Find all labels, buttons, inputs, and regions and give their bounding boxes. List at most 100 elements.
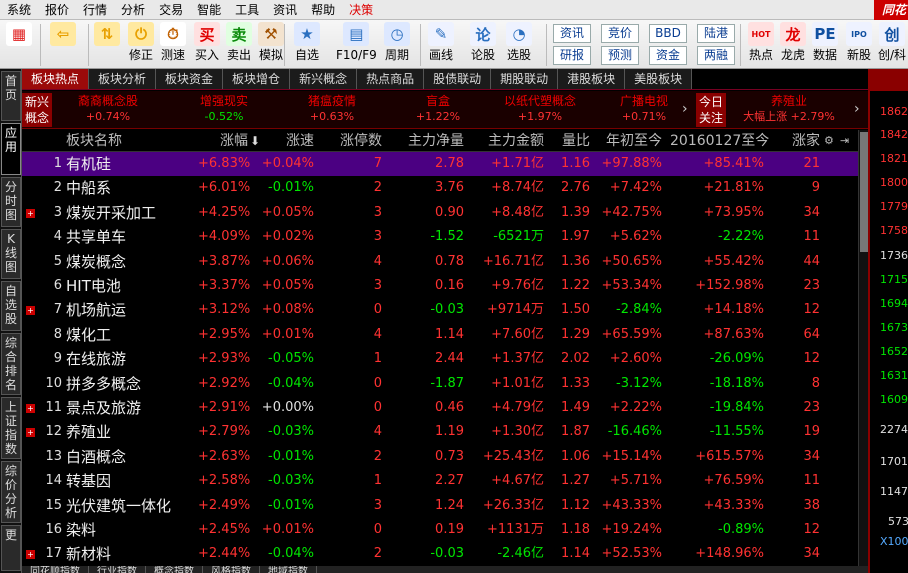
sector-tab[interactable]: 港股板块 [558, 69, 626, 89]
bottom-tab[interactable]: 地域指数 [260, 566, 317, 573]
column-header[interactable]: 板块名称 [66, 130, 122, 152]
left-tab[interactable]: K线图 [1, 229, 21, 279]
expand-icon[interactable]: + [26, 208, 35, 218]
table-row[interactable]: +11 景点及旅游 +2.91% +0.00% 0 0.46 +4.79亿 1.49 +2.22… [22, 396, 858, 420]
bottom-tab[interactable]: 概念指数 [146, 566, 203, 573]
sector-tab[interactable]: 板块资金 [156, 69, 224, 89]
column-header[interactable]: 涨家 [784, 130, 820, 152]
today-item[interactable]: 养殖业 大幅上涨 +2.79% [728, 93, 850, 125]
sector-name[interactable]: HIT电池 [66, 274, 121, 298]
table-row[interactable]: 13 白酒概念 +2.63% -0.01% 2 0.73 +25.43亿 1.06 +15.14… [22, 445, 858, 469]
table-row[interactable]: 4 共享单车 +4.09% +0.02% 3 -1.52 -6521万 1.97 +5.62% -… [22, 225, 858, 249]
table-row[interactable]: 15 光伏建筑一体化 +2.49% -0.01% 3 1.24 +26.33亿 1.12 +43… [22, 494, 858, 518]
menu-item[interactable]: 资讯 [266, 0, 304, 20]
down-arrow-icon[interactable]: ⬇ [250, 130, 260, 152]
table-row[interactable]: 2 中船系 +6.01% -0.01% 2 3.76 +8.74亿 2.76 +7.42% +21… [22, 176, 858, 200]
column-header[interactable]: 20160127至今 [670, 130, 769, 152]
toolbar-text-button[interactable]: 资讯 [553, 24, 591, 43]
column-header[interactable]: 涨速 [260, 130, 314, 152]
table-row[interactable]: 6 HIT电池 +3.37% +0.05% 3 0.16 +9.76亿 1.22 +53.34%… [22, 274, 858, 298]
bottom-tab[interactable]: 风格指数 [203, 566, 260, 573]
sector-name[interactable]: 白酒概念 [66, 445, 126, 469]
menu-item[interactable]: 行情 [76, 0, 114, 20]
table-row[interactable]: 5 煤炭概念 +3.87% +0.06% 4 0.78 +16.71亿 1.36 +50.65%… [22, 250, 858, 274]
toolbar-text-button[interactable]: 资金 [649, 46, 687, 65]
toolbar-button[interactable]: ⏱ 测速 [160, 22, 186, 68]
toolbar-text-button[interactable]: 两融 [697, 46, 735, 65]
toolbar-button[interactable]: 卖卖出 [226, 22, 252, 68]
sector-tab[interactable]: 新兴概念 [290, 69, 358, 89]
expand-icon[interactable]: + [26, 306, 35, 316]
concept-item[interactable]: 以纸代塑概念 +1.97% [488, 93, 592, 125]
menu-item[interactable]: 帮助 [304, 0, 342, 20]
table-row[interactable]: +7 机场航运 +3.12% +0.08% 0 -0.03 +9714万 1.50 -2.84%… [22, 298, 858, 322]
toolbar-button[interactable]: ▦ [6, 22, 32, 68]
scrollbar-thumb[interactable] [860, 132, 868, 252]
chevron-right-icon[interactable]: › [854, 101, 860, 117]
menu-item[interactable]: 决策 [342, 0, 380, 20]
toolbar-button[interactable]: ⏻ 修正 [128, 22, 154, 68]
sector-name[interactable]: 煤化工 [66, 323, 111, 347]
column-header[interactable]: 主力金额 [474, 130, 544, 152]
toolbar-button[interactable]: ★ 自选 [294, 22, 320, 68]
toolbar-text-button[interactable]: 预测 [601, 46, 639, 65]
toolbar-button[interactable]: ⚒ 模拟 [258, 22, 284, 68]
toolbar-text-button[interactable]: 研报 [553, 46, 591, 65]
menu-item[interactable]: 分析 [114, 0, 152, 20]
column-header[interactable]: 涨幅 [198, 130, 248, 152]
left-tab[interactable]: 分时图 [1, 177, 21, 227]
toolbar-text-button[interactable]: 竞价 [601, 24, 639, 43]
column-header[interactable]: 涨停数 [328, 130, 382, 152]
table-row[interactable]: 10 拼多多概念 +2.92% -0.04% 0 -1.87 +1.01亿 1.33 -3.12… [22, 372, 858, 396]
menu-item[interactable]: 工具 [228, 0, 266, 20]
sector-tab[interactable]: 美股板块 [625, 69, 693, 89]
toolbar-button[interactable]: ◷ 周期 [384, 22, 410, 68]
table-row[interactable]: 16 染料 +2.45% +0.01% 0 0.19 +1131万 1.18 +19.24% -0… [22, 518, 858, 542]
sector-tab[interactable]: 板块分析 [89, 69, 157, 89]
left-tab[interactable]: 应用 [1, 123, 21, 175]
table-row[interactable]: 14 转基因 +2.58% -0.03% 1 2.27 +4.67亿 1.27 +5.71% +7… [22, 469, 858, 493]
toolbar-button[interactable]: ⇅ [94, 22, 120, 68]
table-row[interactable]: 9 在线旅游 +2.93% -0.05% 1 2.44 +1.37亿 2.02 +2.60% -2… [22, 347, 858, 371]
left-tab[interactable]: 更 [1, 525, 21, 571]
toolbar-button[interactable]: ✎ 画线 [428, 22, 454, 68]
expand-icon[interactable]: + [26, 550, 35, 560]
sector-name[interactable]: 在线旅游 [66, 347, 126, 371]
toolbar-button[interactable]: ▤ F10/F9 [336, 22, 377, 68]
sector-name[interactable]: 养殖业 [66, 420, 111, 444]
sector-tab[interactable]: 板块热点 [22, 69, 90, 89]
concept-item[interactable]: 增强现实 -0.52% [172, 93, 276, 125]
sector-name[interactable]: 中船系 [66, 176, 111, 200]
menu-item[interactable]: 交易 [152, 0, 190, 20]
concept-item[interactable]: 猪瘟疫情 +0.63% [280, 93, 384, 125]
sector-tab[interactable]: 板块增仓 [223, 69, 291, 89]
jump-end-icon[interactable]: ⇥ [840, 130, 849, 152]
bottom-tab[interactable]: 行业指数 [89, 566, 146, 573]
menu-item[interactable]: 智能 [190, 0, 228, 20]
toolbar-button[interactable]: 创创/科 [878, 22, 906, 68]
toolbar-button[interactable]: PE 数据 [812, 22, 838, 68]
left-tab[interactable]: 综合排名 [1, 333, 21, 395]
sector-name[interactable]: 机场航运 [66, 298, 126, 322]
left-tab[interactable]: 首页 [1, 71, 21, 121]
table-row[interactable]: 1 有机硅 +6.83% +0.04% 7 2.78 +1.71亿 1.16 +97.88% +8… [22, 152, 858, 177]
concept-item[interactable]: 盲盒 +1.22% [386, 93, 490, 125]
expand-icon[interactable]: + [26, 428, 35, 438]
sector-name[interactable]: 共享单车 [66, 225, 126, 249]
toolbar-button[interactable]: 龙龙虎 [780, 22, 806, 68]
sector-name[interactable]: 煤炭概念 [66, 250, 126, 274]
sector-tab[interactable]: 股债联动 [424, 69, 492, 89]
table-row[interactable]: +17 新材料 +2.44% -0.04% 2 -0.03 -2.46亿 1.14 +52.53… [22, 542, 858, 566]
chevron-right-icon[interactable]: › [682, 101, 688, 117]
sector-name[interactable]: 煤炭开采加工 [66, 201, 156, 225]
sector-name[interactable]: 光伏建筑一体化 [66, 494, 171, 518]
toolbar-button[interactable]: IPO 新股 [846, 22, 872, 68]
table-row[interactable]: +3 煤炭开采加工 +4.25% +0.05% 3 0.90 +8.48亿 1.39 +42.7… [22, 201, 858, 225]
left-tab[interactable]: 上证指数 [1, 397, 21, 459]
left-tab[interactable]: 自选股 [1, 281, 21, 331]
toolbar-button[interactable]: 论论股 [470, 22, 496, 68]
menu-item[interactable]: 报价 [38, 0, 76, 20]
toolbar-button[interactable]: 买买入 [194, 22, 220, 68]
sector-name[interactable]: 转基因 [66, 469, 111, 493]
table-row[interactable]: 8 煤化工 +2.95% +0.01% 4 1.14 +7.60亿 1.29 +65.59% +8… [22, 323, 858, 347]
